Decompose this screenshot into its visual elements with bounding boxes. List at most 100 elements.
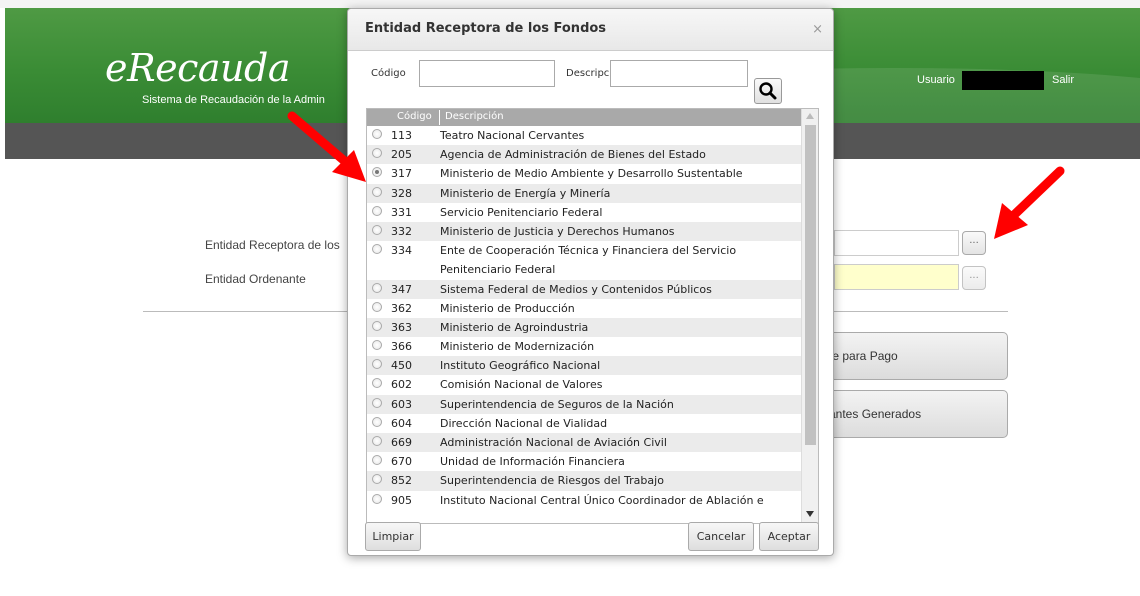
generar-comprobante-button[interactable]: te para Pago bbox=[812, 332, 1008, 380]
list-item[interactable]: 334 Ente de Cooperación Técnica y Financi… bbox=[367, 241, 802, 279]
radio-button[interactable] bbox=[372, 397, 382, 408]
list-header: Código Descripción bbox=[367, 109, 802, 126]
row-description: Comisión Nacional de Valores bbox=[440, 378, 603, 392]
codigo-filter-label: Código bbox=[371, 68, 406, 79]
list-item[interactable]: 669 Administración Nacional de Aviación C… bbox=[367, 433, 802, 453]
row-description: Sistema Federal de Medios y Contenidos P… bbox=[440, 282, 712, 296]
row-description: Servicio Penitenciario Federal bbox=[440, 205, 603, 219]
list-item[interactable]: 347 Sistema Federal de Medios y Contenido… bbox=[367, 279, 802, 299]
scroll-thumb[interactable] bbox=[805, 125, 816, 445]
limpiar-button[interactable]: Limpiar bbox=[365, 522, 421, 551]
row-code: 602 bbox=[391, 378, 412, 392]
dialog-header: Entidad Receptora de los Fondos × bbox=[348, 9, 833, 51]
row-description: Ministerio de Producción bbox=[440, 301, 575, 315]
list-item[interactable]: 363 Ministerio de Agroindustria bbox=[367, 317, 802, 338]
entidad-receptora-lookup-button[interactable]: ... bbox=[962, 231, 986, 255]
row-code: 205 bbox=[391, 148, 412, 162]
column-header-codigo[interactable]: Código bbox=[397, 111, 432, 122]
row-description: Ministerio de Justicia y Derechos Humano… bbox=[440, 224, 675, 238]
row-code: 905 bbox=[391, 493, 412, 507]
cancelar-button[interactable]: Cancelar bbox=[688, 522, 754, 551]
entidad-receptora-dialog: Entidad Receptora de los Fondos × Código… bbox=[347, 8, 834, 556]
radio-button[interactable] bbox=[372, 282, 382, 293]
list-item[interactable]: 366 Ministerio de Modernización bbox=[367, 337, 802, 356]
row-description: Ministerio de Modernización bbox=[440, 340, 595, 354]
list-item[interactable]: 328 Ministerio de Energía y Minería bbox=[367, 183, 802, 203]
row-description: Superintendencia de Riesgos del Trabajo bbox=[440, 474, 664, 488]
logout-link[interactable]: Salir bbox=[1052, 74, 1074, 86]
radio-button[interactable] bbox=[372, 224, 382, 235]
row-code: 669 bbox=[391, 436, 412, 450]
row-code: 317 bbox=[391, 167, 412, 181]
column-header-descripcion[interactable]: Descripción bbox=[445, 111, 504, 122]
radio-button[interactable] bbox=[372, 340, 382, 351]
descripcion-filter-label: Descripci bbox=[566, 68, 613, 79]
list-item[interactable]: 331 Servicio Penitenciario Federal bbox=[367, 203, 802, 222]
list-item[interactable]: 332 Ministerio de Justicia y Derechos Hum… bbox=[367, 221, 802, 242]
scroll-down-icon[interactable] bbox=[806, 511, 814, 517]
close-icon[interactable]: × bbox=[812, 22, 823, 37]
entidad-ordenante-lookup-button[interactable]: ... bbox=[962, 266, 986, 290]
list-item[interactable]: 670 Unidad de Información Financiera bbox=[367, 452, 802, 471]
user-label: Usuario bbox=[917, 74, 955, 86]
list-item[interactable]: 602 Comisión Nacional de Valores bbox=[367, 375, 802, 394]
list-item[interactable]: 205 Agencia de Administración de Bienes d… bbox=[367, 145, 802, 165]
dialog-title: Entidad Receptora de los Fondos bbox=[365, 21, 607, 36]
entidad-receptora-label: Entidad Receptora de los bbox=[205, 238, 340, 252]
row-description: Superintendencia de Seguros de la Nación bbox=[440, 397, 674, 411]
row-code: 604 bbox=[391, 416, 412, 430]
radio-button[interactable] bbox=[372, 320, 382, 331]
aceptar-button[interactable]: Aceptar bbox=[759, 522, 819, 551]
list-item[interactable]: 450 Instituto Geográfico Nacional bbox=[367, 356, 802, 376]
row-code: 347 bbox=[391, 282, 412, 296]
list-scrollbar[interactable] bbox=[801, 109, 818, 523]
row-description: Instituto Nacional Central Único Coordin… bbox=[440, 493, 764, 507]
radio-button[interactable] bbox=[372, 205, 382, 216]
list-item[interactable]: 113 Teatro Nacional Cervantes bbox=[367, 126, 802, 145]
search-icon bbox=[759, 82, 777, 100]
app-logo: eRecauda bbox=[105, 46, 290, 90]
top-strip bbox=[0, 0, 1140, 8]
row-description: Teatro Nacional Cervantes bbox=[440, 129, 585, 142]
list-item[interactable]: 852 Superintendencia de Riesgos del Traba… bbox=[367, 471, 802, 491]
radio-button[interactable] bbox=[372, 474, 382, 485]
comprobantes-generados-button[interactable]: antes Generados bbox=[812, 390, 1008, 438]
scroll-up-icon[interactable] bbox=[806, 113, 814, 119]
row-code: 852 bbox=[391, 474, 412, 488]
codigo-filter-input[interactable] bbox=[419, 60, 555, 87]
row-code: 362 bbox=[391, 301, 412, 315]
search-button[interactable] bbox=[754, 78, 782, 104]
row-code: 450 bbox=[391, 359, 412, 373]
list-item[interactable]: 317 Ministerio de Medio Ambiente y Desarr… bbox=[367, 164, 802, 183]
entidad-receptora-field[interactable] bbox=[834, 230, 959, 256]
entidad-ordenante-field[interactable] bbox=[834, 264, 959, 290]
entidad-ordenante-label: Entidad Ordenante bbox=[205, 272, 306, 286]
row-description: Ministerio de Agroindustria bbox=[440, 320, 589, 334]
row-description: Unidad de Información Financiera bbox=[440, 455, 625, 469]
list-item[interactable]: 604 Dirección Nacional de Vialidad bbox=[367, 414, 802, 433]
red-arrow-icon bbox=[287, 111, 366, 182]
list-item[interactable]: 362 Ministerio de Producción bbox=[367, 299, 802, 318]
row-description: Agencia de Administración de Bienes del … bbox=[440, 148, 706, 162]
radio-button[interactable] bbox=[372, 416, 382, 427]
radio-button[interactable] bbox=[372, 301, 382, 312]
radio-button[interactable] bbox=[372, 455, 382, 466]
row-code: 328 bbox=[391, 186, 412, 200]
entidades-list: Código Descripción 113 Teatro Nacional Ce… bbox=[366, 108, 819, 524]
list-item[interactable]: 603 Superintendencia de Seguros de la Nac… bbox=[367, 394, 802, 414]
descripcion-filter-input[interactable] bbox=[610, 60, 748, 87]
radio-button[interactable] bbox=[372, 378, 382, 389]
list-item[interactable]: 905 Instituto Nacional Central Único Coor… bbox=[367, 491, 802, 510]
radio-button[interactable] bbox=[372, 493, 382, 504]
radio-button[interactable] bbox=[372, 244, 382, 255]
row-description: Ministerio de Medio Ambiente y Desarroll… bbox=[440, 167, 743, 181]
radio-button[interactable] bbox=[372, 359, 382, 370]
row-code: 332 bbox=[391, 224, 412, 238]
row-description: Dirección Nacional de Vialidad bbox=[440, 416, 608, 430]
row-description: Ente de Cooperación Técnica y Financiera… bbox=[440, 244, 737, 277]
row-code: 366 bbox=[391, 340, 412, 354]
row-code: 670 bbox=[391, 455, 412, 469]
red-arrow-icon bbox=[994, 166, 1065, 239]
radio-button[interactable] bbox=[372, 436, 382, 447]
list-rows: 113 Teatro Nacional Cervantes 205 Agencia d… bbox=[367, 126, 802, 510]
